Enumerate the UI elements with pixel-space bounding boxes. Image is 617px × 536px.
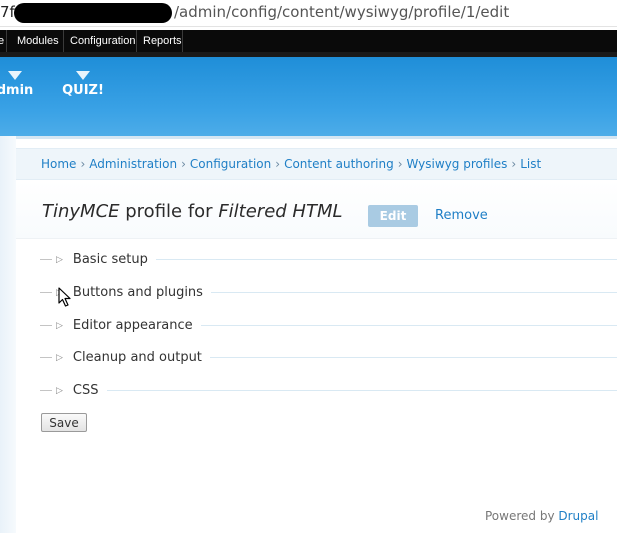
fieldset-editor-appearance[interactable]: ▷ Editor appearance xyxy=(40,316,617,336)
fieldset-label: Basic setup xyxy=(72,252,148,267)
breadcrumb-administration[interactable]: Administration xyxy=(89,157,177,171)
tab-edit[interactable]: Edit xyxy=(368,205,418,227)
title-editor: TinyMCE xyxy=(42,201,120,222)
tab-remove[interactable]: Remove xyxy=(435,205,488,227)
shortcut-admin[interactable]: dmin xyxy=(0,71,34,98)
breadcrumb-list[interactable]: List xyxy=(520,157,541,171)
fieldset-cleanup-and-output[interactable]: ▷ Cleanup and output xyxy=(40,348,617,368)
breadcrumb-content-authoring[interactable]: Content authoring xyxy=(284,157,394,171)
triangle-down-icon xyxy=(76,71,90,80)
url-prefix: 7f xyxy=(0,3,15,21)
redacted-region xyxy=(14,3,172,23)
page-edge xyxy=(0,136,17,533)
breadcrumb-separator: › xyxy=(275,157,281,171)
breadcrumb: Home › Administration › Configuration › Conten… xyxy=(16,148,617,180)
content-panel: Home › Administration › Configuration › Conten… xyxy=(16,136,617,536)
shortcut-quiz[interactable]: QUIZ! xyxy=(62,71,104,98)
fieldset-border-lead xyxy=(40,292,52,293)
breadcrumb-separator: › xyxy=(397,157,403,171)
footer-text: Powered by xyxy=(485,509,559,523)
shortcut-label: dmin xyxy=(0,83,34,98)
fieldset-border-lead xyxy=(40,390,52,391)
save-button[interactable]: Save xyxy=(41,413,87,432)
url-path: /admin/config/content/wysiwyg/profile/1/… xyxy=(174,3,510,21)
triangle-down-icon xyxy=(8,71,22,80)
fieldset-label: Editor appearance xyxy=(72,318,193,333)
fieldset-legend[interactable]: ▷ Basic setup xyxy=(52,250,156,270)
shortcut-label: QUIZ! xyxy=(62,83,104,98)
breadcrumb-home[interactable]: Home xyxy=(41,157,76,171)
mouse-cursor-icon xyxy=(58,287,71,307)
title-format: Filtered HTML xyxy=(218,201,343,222)
fieldset-css[interactable]: ▷ CSS xyxy=(40,381,617,401)
breadcrumb-wysiwyg-profiles[interactable]: Wysiwyg profiles xyxy=(407,157,508,171)
toolbar-item-partial[interactable]: e xyxy=(0,30,7,52)
breadcrumb-separator: › xyxy=(80,157,86,171)
fieldset-basic-setup[interactable]: ▷ Basic setup xyxy=(40,250,617,270)
title-middle: profile for xyxy=(119,201,219,222)
breadcrumb-configuration[interactable]: Configuration xyxy=(190,157,271,171)
breadcrumb-separator: › xyxy=(511,157,517,171)
footer: Powered by Drupal xyxy=(485,509,598,523)
fieldset-border-lead xyxy=(40,357,52,358)
fieldset-legend[interactable]: ▷ CSS xyxy=(52,381,107,401)
address-bar[interactable]: 7f /admin/config/content/wysiwyg/profile… xyxy=(0,0,617,27)
toolbar-item-reports[interactable]: Reports xyxy=(137,30,183,52)
breadcrumb-separator: › xyxy=(181,157,186,171)
drupal-link[interactable]: Drupal xyxy=(558,509,598,523)
fieldset-label: Cleanup and output xyxy=(72,350,202,365)
expand-triangle-icon: ▷ xyxy=(56,353,63,363)
fieldset-legend[interactable]: ▷ Cleanup and output xyxy=(52,348,210,368)
expand-triangle-icon: ▷ xyxy=(56,255,63,265)
fieldset-legend[interactable]: ▷Buttons and plugins xyxy=(52,283,211,303)
page-title: TinyMCE profile for Filtered HTML xyxy=(42,201,343,222)
fieldset-legend[interactable]: ▷ Editor appearance xyxy=(52,316,201,336)
fieldset-buttons-and-plugins[interactable]: ▷Buttons and plugins xyxy=(40,283,617,303)
expand-triangle-icon: ▷ xyxy=(56,321,63,331)
toolbar-item-modules[interactable]: Modules xyxy=(11,30,64,52)
toolbar-item-configuration[interactable]: Configuration xyxy=(64,30,137,52)
fieldset-border xyxy=(40,390,617,391)
fieldset-border-lead xyxy=(40,325,52,326)
title-area: TinyMCE profile for Filtered HTML Edit R… xyxy=(16,181,617,239)
expand-triangle-icon: ▷ xyxy=(56,386,63,396)
admin-toolbar: e Modules Configuration Reports xyxy=(0,30,617,52)
fieldset-border-lead xyxy=(40,259,52,260)
fieldset-label: CSS xyxy=(72,383,99,398)
fieldset-label: Buttons and plugins xyxy=(72,285,203,300)
